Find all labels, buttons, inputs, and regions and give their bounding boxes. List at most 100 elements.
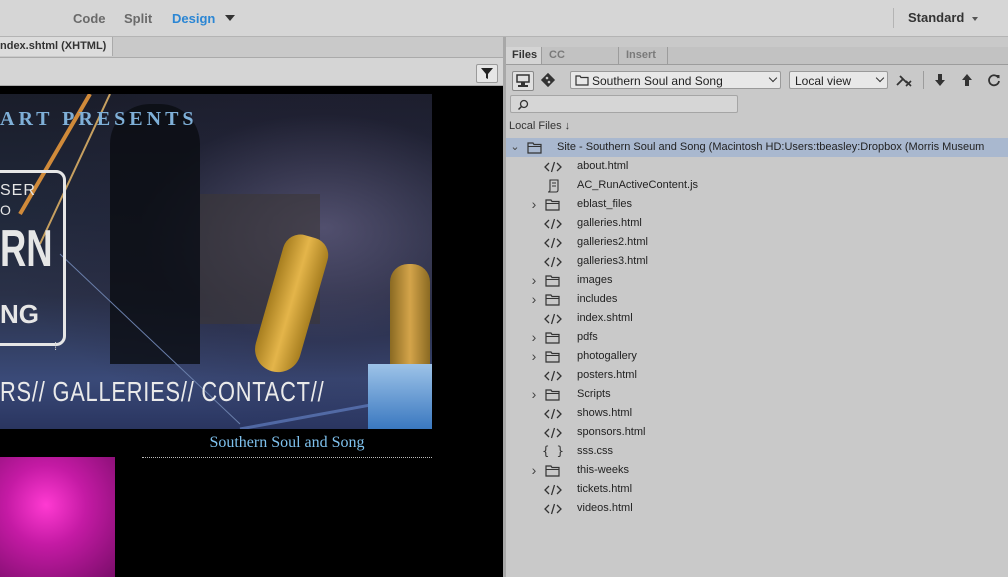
- chevron-right-icon[interactable]: ›: [529, 385, 539, 404]
- chevron-down-icon[interactable]: ⌄: [510, 138, 520, 157]
- local-files-header[interactable]: Local Files ↓: [509, 120, 570, 132]
- divider: [923, 71, 924, 89]
- folder-row[interactable]: › includes: [506, 290, 1008, 309]
- folder-row[interactable]: › this-weeks: [506, 461, 1008, 480]
- chevron-right-icon[interactable]: ›: [529, 195, 539, 214]
- file-name: eblast_files: [577, 198, 633, 210]
- logo-text: SER: [0, 182, 36, 199]
- file-row[interactable]: AC_RunActiveContent.js: [506, 176, 1008, 195]
- file-name: Scripts: [577, 388, 611, 400]
- file-name: this-weeks: [577, 464, 629, 476]
- folder-icon: [544, 328, 562, 347]
- code-file-icon: [544, 157, 562, 176]
- chevron-down-icon[interactable]: [225, 15, 235, 21]
- file-name: photogallery: [577, 350, 637, 362]
- file-row[interactable]: galleries2.html: [506, 233, 1008, 252]
- divider: [893, 8, 894, 28]
- workspace-switcher[interactable]: Standard: [908, 10, 964, 25]
- file-row[interactable]: posters.html: [506, 366, 1008, 385]
- file-name: index.shtml: [577, 312, 633, 324]
- split-view-button[interactable]: Split: [124, 11, 152, 26]
- folder-row[interactable]: › Scripts: [506, 385, 1008, 404]
- site-select[interactable]: Southern Soul and Song: [570, 71, 781, 89]
- refresh-icon[interactable]: [984, 71, 1004, 89]
- folder-icon: [544, 385, 562, 404]
- folder-row[interactable]: › pdfs: [506, 328, 1008, 347]
- chevron-right-icon[interactable]: ›: [529, 271, 539, 290]
- code-view-button[interactable]: Code: [73, 11, 106, 26]
- logo-text: RN: [0, 220, 53, 278]
- file-name: galleries3.html: [577, 255, 648, 267]
- tab-insert[interactable]: Insert: [620, 47, 668, 64]
- code-file-icon: [544, 499, 562, 518]
- chevron-right-icon[interactable]: ›: [529, 461, 539, 480]
- view-select-label: Local view: [795, 74, 852, 88]
- sort-arrow-icon[interactable]: ↓: [565, 120, 571, 132]
- folder-icon: [544, 461, 562, 480]
- file-row[interactable]: about.html: [506, 157, 1008, 176]
- chevron-right-icon[interactable]: ›: [529, 347, 539, 366]
- file-row[interactable]: tickets.html: [506, 480, 1008, 499]
- site-manager-icon[interactable]: [512, 71, 534, 91]
- folder-row[interactable]: › images: [506, 271, 1008, 290]
- design-view-button[interactable]: Design: [172, 11, 215, 26]
- file-row[interactable]: galleries.html: [506, 214, 1008, 233]
- file-name: tickets.html: [577, 483, 633, 495]
- file-row[interactable]: shows.html: [506, 404, 1008, 423]
- file-tree: ⌄ Site - Southern Soul and Song (Macinto…: [506, 138, 1008, 577]
- put-files-icon[interactable]: [957, 71, 977, 89]
- code-file-icon: [544, 404, 562, 423]
- resize-handle-icon[interactable]: ⁞: [54, 341, 57, 353]
- file-search-input[interactable]: [510, 95, 738, 113]
- folder-row[interactable]: › photogallery: [506, 347, 1008, 366]
- file-row[interactable]: { } sss.css: [506, 442, 1008, 461]
- folder-icon: [544, 271, 562, 290]
- search-icon: [517, 99, 529, 111]
- file-row[interactable]: index.shtml: [506, 309, 1008, 328]
- local-files-label: Local Files: [509, 120, 562, 132]
- site-root-row[interactable]: ⌄ Site - Southern Soul and Song (Macinto…: [506, 138, 1008, 157]
- git-icon[interactable]: [538, 71, 558, 89]
- file-name: sss.css: [577, 445, 614, 457]
- logo-text: NG: [0, 299, 39, 329]
- document-tab[interactable]: ndex.shtml (XHTML): [0, 37, 113, 56]
- banner-presents-text: ART PRESENTS: [0, 108, 198, 130]
- file-name: sponsors.html: [577, 426, 646, 438]
- folder-icon: [544, 290, 562, 309]
- file-name: includes: [577, 293, 618, 305]
- file-name: AC_RunActiveContent.js: [577, 179, 699, 191]
- folder-row[interactable]: › eblast_files: [506, 195, 1008, 214]
- logo-text: O: [0, 202, 11, 218]
- document-toolbar: [0, 58, 503, 86]
- script-file-icon: [544, 176, 562, 195]
- site-select-label: Southern Soul and Song: [592, 74, 723, 88]
- disconnect-icon[interactable]: [894, 71, 914, 89]
- file-row[interactable]: videos.html: [506, 499, 1008, 518]
- chevron-right-icon[interactable]: ›: [529, 328, 539, 347]
- filter-icon[interactable]: [476, 64, 498, 83]
- code-file-icon: [544, 233, 562, 252]
- file-row[interactable]: sponsors.html: [506, 423, 1008, 442]
- file-name: galleries.html: [577, 217, 642, 229]
- file-row[interactable]: galleries3.html: [506, 252, 1008, 271]
- design-view-canvas[interactable]: ART PRESENTS SER O RN NG RS// GALLERIES/…: [0, 86, 503, 577]
- chevron-down-icon: [768, 73, 778, 83]
- file-name: about.html: [577, 160, 629, 172]
- chevron-down-icon[interactable]: [972, 17, 978, 21]
- code-file-icon: [544, 480, 562, 499]
- view-select[interactable]: Local view: [789, 71, 888, 89]
- tab-files[interactable]: Files: [506, 47, 542, 64]
- tab-cc-libraries[interactable]: CC Libraries: [543, 47, 619, 78]
- banner-image: ART PRESENTS SER O RN NG RS// GALLERIES/…: [0, 94, 432, 429]
- document-tab-bar: ndex.shtml (XHTML): [0, 37, 503, 58]
- chevron-right-icon[interactable]: ›: [529, 290, 539, 309]
- banner-nav-links[interactable]: RS// GALLERIES// CONTACT//: [0, 376, 324, 408]
- panel-tab-bar: Files CC Libraries Insert: [506, 47, 1008, 78]
- file-name: videos.html: [577, 502, 633, 514]
- folder-icon: [544, 347, 562, 366]
- file-name: posters.html: [577, 369, 637, 381]
- css-file-icon: { }: [542, 444, 564, 458]
- get-files-icon[interactable]: [930, 71, 950, 89]
- file-name: galleries2.html: [577, 236, 648, 248]
- file-name: images: [577, 274, 613, 286]
